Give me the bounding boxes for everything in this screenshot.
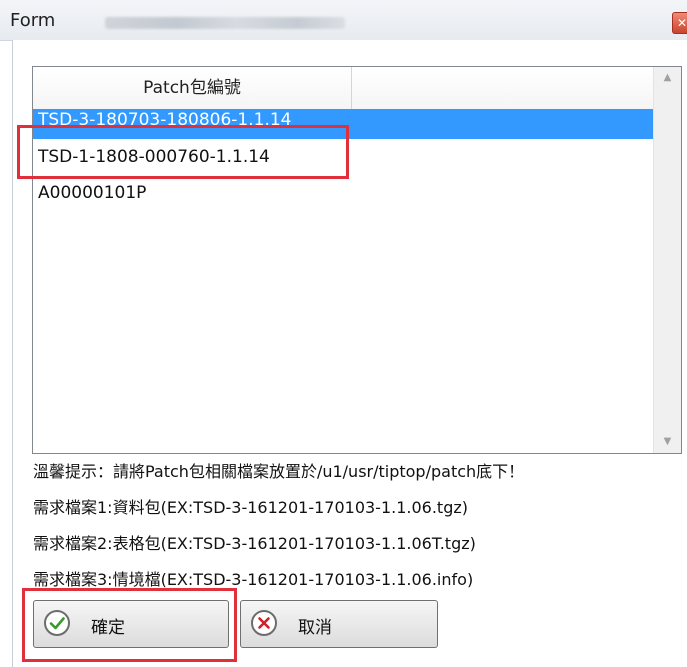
title-bar: Form ✕ — [0, 0, 687, 41]
close-button[interactable]: ✕ — [672, 12, 687, 34]
requirement-file-3: 需求檔案3:情境檔(EX:TSD-3-161201-170103-1.1.06.… — [33, 570, 474, 589]
requirement-file-1: 需求檔案1:資料包(EX:TSD-3-161201-170103-1.1.06.… — [33, 498, 469, 517]
cancel-button[interactable]: 取消 — [240, 600, 438, 648]
column-header-filler — [352, 67, 654, 110]
scroll-up-icon[interactable]: ▲ — [654, 67, 681, 89]
highlight-annotation-row — [17, 125, 349, 179]
close-icon: ✕ — [676, 16, 687, 30]
hint-text: 溫馨提示：請將Patch包相關檔案放置於/u1/usr/tiptop/patch… — [33, 462, 525, 481]
blurred-title-region — [105, 17, 345, 29]
column-header-patch-number[interactable]: Patch包編號 — [33, 67, 352, 110]
requirement-file-2: 需求檔案2:表格包(EX:TSD-3-161201-170103-1.1.06T… — [33, 534, 476, 553]
highlight-annotation-button — [22, 588, 237, 662]
vertical-scrollbar[interactable]: ▲ ▼ — [653, 67, 681, 453]
cancel-button-label: 取消 — [298, 618, 332, 638]
list-item[interactable]: A00000101P — [33, 175, 655, 211]
window-title: Form — [10, 10, 56, 31]
scroll-down-icon[interactable]: ▼ — [654, 431, 681, 453]
x-circle-icon — [251, 610, 277, 636]
